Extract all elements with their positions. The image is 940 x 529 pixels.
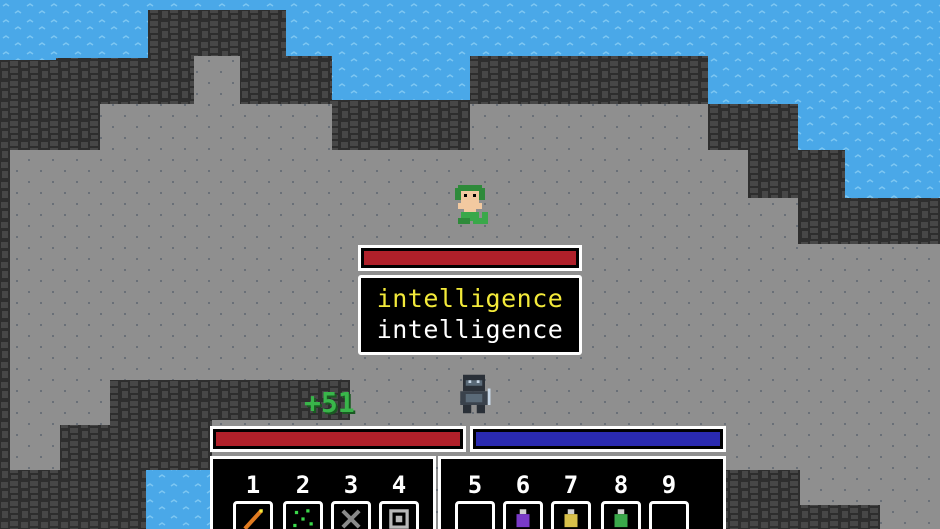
- player-health-fill: [216, 432, 460, 446]
- slot-1-number: 1: [245, 471, 261, 499]
- slot-9-number: 9: [661, 471, 677, 499]
- medusa-icon[interactable]: [446, 182, 494, 230]
- player-health-bar: [210, 426, 466, 452]
- armored-knight-icon[interactable]: [452, 370, 496, 418]
- floating-stat-gain: +51: [304, 386, 355, 419]
- shield-ring-icon: [389, 509, 409, 529]
- purple-potion-icon: [516, 509, 530, 528]
- game-viewport[interactable]: intelligence intelligence +51 1 2 3 4 5 …: [0, 0, 940, 529]
- player-mana-bar: [470, 426, 726, 452]
- enemy-health-fill: [364, 251, 576, 265]
- item-hotbar: 5 6 7 8 9: [438, 456, 726, 529]
- hotbar-slot-1[interactable]: [233, 501, 273, 529]
- lower-water: [146, 470, 212, 529]
- sparkles-icon: [293, 509, 313, 528]
- dialog-line-1: intelligence: [376, 284, 564, 313]
- hotbar-slot-3[interactable]: [331, 501, 371, 529]
- hotbar-slot-2[interactable]: [283, 501, 323, 529]
- slot-4-number: 4: [391, 471, 407, 499]
- slot-7-number: 7: [563, 471, 579, 499]
- green-potion-icon: [614, 509, 628, 528]
- player-mana-fill: [476, 432, 720, 446]
- hotbar-slot-8[interactable]: [601, 501, 641, 529]
- hotbar-slot-6[interactable]: [503, 501, 543, 529]
- slot-5-number: 5: [467, 471, 483, 499]
- hotbar-slot-5[interactable]: [455, 501, 495, 529]
- slot-8-number: 8: [613, 471, 629, 499]
- dialog-line-2: intelligence: [376, 315, 564, 344]
- status-dialog: intelligence intelligence: [358, 275, 582, 355]
- wand-icon: [243, 509, 263, 529]
- spell-hotbar: 1 2 3 4: [210, 456, 436, 529]
- slot-6-number: 6: [515, 471, 531, 499]
- crossed-swords-icon: [341, 509, 361, 529]
- hotbar-slot-7[interactable]: [551, 501, 591, 529]
- enemy-health-bar: [358, 245, 582, 271]
- slot-3-number: 3: [343, 471, 359, 499]
- hotbar-slot-4[interactable]: [379, 501, 419, 529]
- yellow-potion-icon: [564, 509, 578, 528]
- hotbar-slot-9[interactable]: [649, 501, 689, 529]
- slot-2-number: 2: [295, 471, 311, 499]
